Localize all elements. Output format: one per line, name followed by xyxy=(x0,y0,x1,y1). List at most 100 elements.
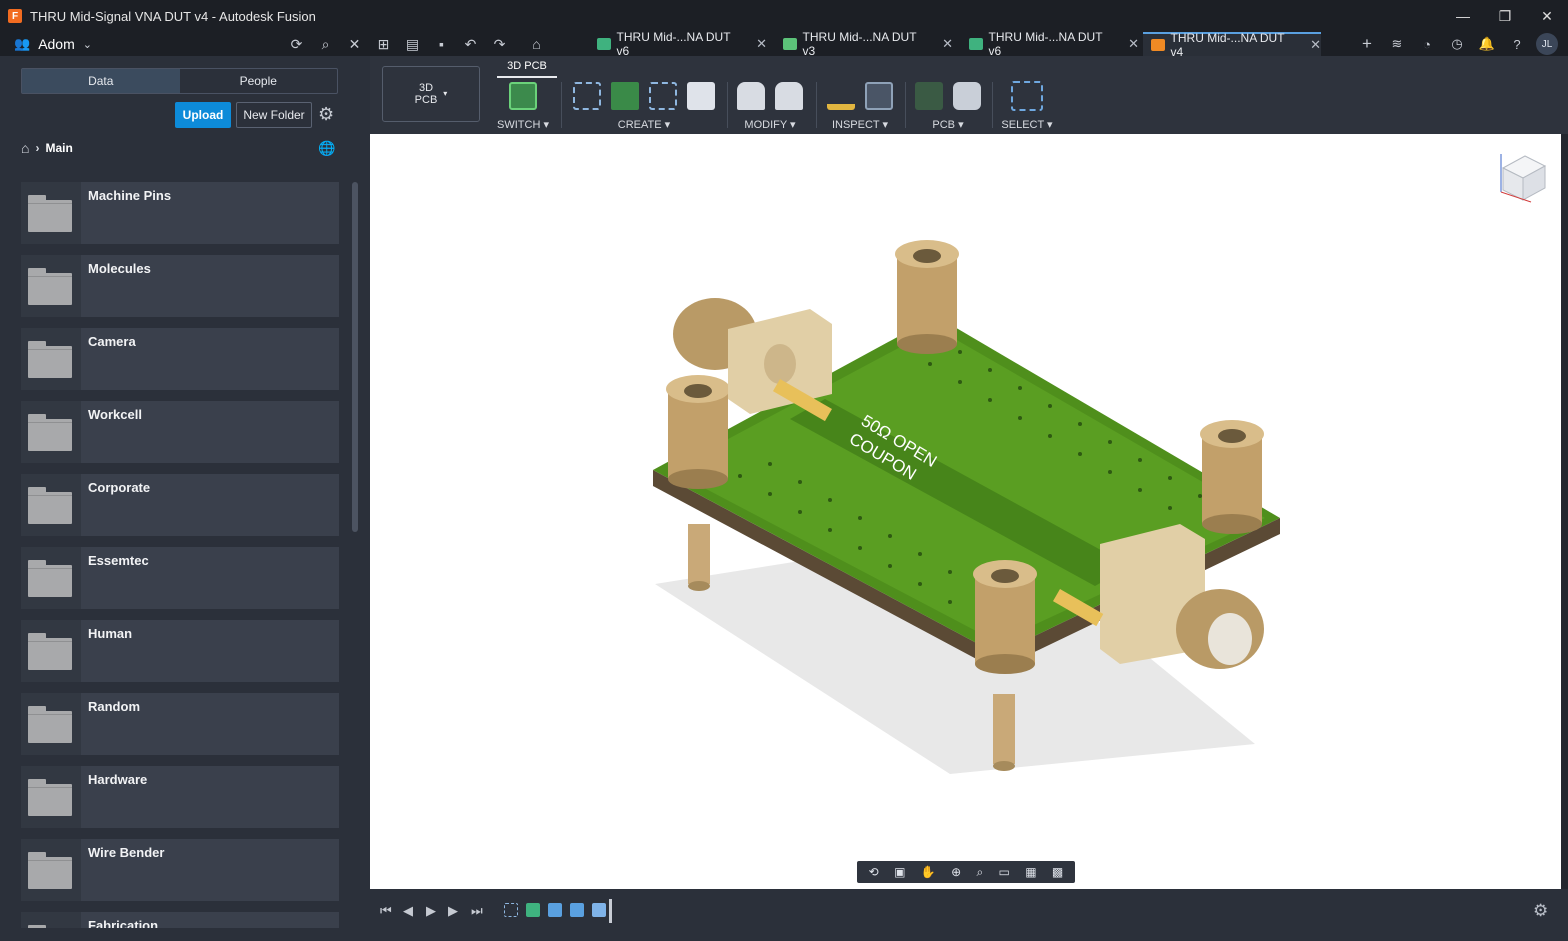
folder-item[interactable]: Random xyxy=(21,693,339,755)
undo-icon[interactable]: ↶ xyxy=(456,36,485,53)
step-forward-icon[interactable]: ▶ xyxy=(448,903,458,919)
timeline-marker[interactable] xyxy=(609,899,612,923)
globe-icon[interactable]: 🌐 xyxy=(318,140,335,157)
document-tab-3[interactable]: THRU Mid-...NA DUT v6 ✕ xyxy=(961,30,1139,58)
document-tab-4-active[interactable]: THRU Mid-...NA DUT v4 ✕ xyxy=(1143,31,1321,59)
schematic-doc-icon xyxy=(783,38,797,50)
redo-icon[interactable]: ↷ xyxy=(485,36,514,53)
close-window-button[interactable]: ✕ xyxy=(1526,0,1568,32)
view-cube[interactable] xyxy=(1495,148,1550,206)
breadcrumb-current[interactable]: Main xyxy=(45,141,72,155)
folder-item[interactable]: Human xyxy=(21,620,339,682)
window-select-icon[interactable] xyxy=(1011,81,1043,111)
section-analysis-icon[interactable] xyxy=(865,82,893,110)
folder-item[interactable]: Hardware xyxy=(21,766,339,828)
sketch-outline-icon[interactable] xyxy=(573,82,601,110)
folder-icon xyxy=(28,268,72,305)
gear-icon[interactable]: ⚙ xyxy=(318,104,334,125)
skip-to-start-icon[interactable]: ⏮ xyxy=(380,903,392,919)
modify-menu[interactable]: MODIFY ▾ xyxy=(735,118,805,131)
new-tab-icon[interactable]: + xyxy=(1352,34,1382,54)
create-component-icon[interactable] xyxy=(611,82,639,110)
minimize-button[interactable]: — xyxy=(1442,0,1484,32)
search-icon[interactable]: ⌕ xyxy=(311,36,340,53)
measure-icon[interactable] xyxy=(827,82,855,110)
display-settings-icon[interactable]: ▭ xyxy=(999,865,1010,879)
modify-package-icon[interactable] xyxy=(737,82,765,110)
app-grid-icon[interactable]: ⊞ xyxy=(369,36,398,53)
timeline-body-feature[interactable] xyxy=(548,903,562,917)
play-icon[interactable]: ▶ xyxy=(426,903,436,919)
orbit-icon[interactable]: ⟲ xyxy=(869,865,879,879)
timeline-body-feature[interactable] xyxy=(570,903,584,917)
team-switcher[interactable]: 👥 Adom ⌄ xyxy=(0,36,282,52)
extensions-icon[interactable]: ≋ xyxy=(1382,36,1412,52)
folder-item[interactable]: Fabrication xyxy=(21,912,339,928)
move-package-icon[interactable] xyxy=(775,82,803,110)
breadcrumb: ⌂ › Main xyxy=(21,140,73,156)
timeline-component-feature[interactable] xyxy=(592,903,606,917)
document-tab-2[interactable]: THRU Mid-...NA DUT v3 ✕ xyxy=(775,30,953,58)
home-icon[interactable]: ⌂ xyxy=(522,36,551,52)
inspect-menu[interactable]: INSPECT ▾ xyxy=(825,118,895,131)
tab-data[interactable]: Data xyxy=(22,69,180,93)
folder-item[interactable]: Essemtec xyxy=(21,547,339,609)
tab-close-icon[interactable]: ✕ xyxy=(756,36,767,52)
switch-menu[interactable]: SWITCH ▾ xyxy=(495,118,551,131)
window-title: THRU Mid-Signal VNA DUT v4 - Autodesk Fu… xyxy=(30,8,316,24)
step-back-icon[interactable]: ◀ xyxy=(403,903,413,919)
folder-item[interactable]: Machine Pins xyxy=(21,182,339,244)
file-menu-icon[interactable]: ▤ xyxy=(398,36,427,53)
tab-people[interactable]: People xyxy=(180,69,338,93)
save-icon[interactable]: ▪ xyxy=(427,36,456,52)
pcb-doc-icon xyxy=(597,38,611,50)
folder-icon xyxy=(28,706,72,743)
home-icon[interactable]: ⌂ xyxy=(21,140,29,156)
folder-item[interactable]: Workcell xyxy=(21,401,339,463)
timeline-sketch-feature[interactable] xyxy=(504,903,518,917)
pcb-settings-icon[interactable] xyxy=(953,82,981,110)
workspace-switcher[interactable]: 3D PCB ▾ xyxy=(382,66,480,122)
folder-item[interactable]: Wire Bender xyxy=(21,839,339,901)
close-panel-icon[interactable]: ✕ xyxy=(340,36,369,53)
upload-button[interactable]: Upload xyxy=(175,102,231,128)
pcb-3d-model: 50Ω OPEN COUPON xyxy=(653,240,1280,774)
chevron-down-icon: ⌄ xyxy=(82,38,92,51)
new-folder-button[interactable]: New Folder xyxy=(236,102,312,128)
gear-icon[interactable]: ⚙ xyxy=(1533,901,1548,921)
tab-close-icon[interactable]: ✕ xyxy=(942,36,953,52)
grid-settings-icon[interactable]: ▦ xyxy=(1025,865,1036,879)
switch-to-pcb-icon[interactable] xyxy=(509,82,537,110)
3d-viewport[interactable]: 50Ω OPEN COUPON ⟲ ▣ ✋ ⊕ ⌕ ▭ ▦ ▩ xyxy=(370,134,1561,889)
tab-close-icon[interactable]: ✕ xyxy=(1310,37,1321,53)
folder-item[interactable]: Corporate xyxy=(21,474,339,536)
tab-3d-pcb[interactable]: 3D PCB xyxy=(497,58,557,78)
fit-icon[interactable]: ⌕ xyxy=(976,865,983,880)
select-menu[interactable]: SELECT ▾ xyxy=(995,118,1059,131)
pcb-link-icon[interactable] xyxy=(915,82,943,110)
folder-list-scrollbar[interactable] xyxy=(352,182,358,532)
job-status-icon[interactable]: ◷ xyxy=(1442,36,1472,52)
help-icon[interactable]: ? xyxy=(1502,37,1532,52)
document-tab-1[interactable]: THRU Mid-...NA DUT v6 ✕ xyxy=(589,30,767,58)
skip-to-end-icon[interactable]: ⏭ xyxy=(471,903,483,919)
online-status-icon[interactable]: ◔ xyxy=(1412,37,1442,52)
zoom-icon[interactable]: ⊕ xyxy=(951,865,961,879)
viewports-icon[interactable]: ▩ xyxy=(1052,865,1063,879)
tab-close-icon[interactable]: ✕ xyxy=(1128,36,1139,52)
folder-item[interactable]: Molecules xyxy=(21,255,339,317)
navigation-bar: ⟲ ▣ ✋ ⊕ ⌕ ▭ ▦ ▩ xyxy=(857,861,1075,883)
restore-button[interactable]: ❐ xyxy=(1484,0,1526,32)
folder-item[interactable]: Camera xyxy=(21,328,339,390)
create-outline-icon[interactable] xyxy=(649,82,677,110)
user-avatar[interactable]: JL xyxy=(1536,33,1558,55)
look-at-icon[interactable]: ▣ xyxy=(894,865,905,879)
create-menu[interactable]: CREATE ▾ xyxy=(570,118,718,131)
timeline-pcb-feature[interactable] xyxy=(526,903,540,917)
pcb-menu[interactable]: PCB ▾ xyxy=(913,118,983,131)
notifications-bell-icon[interactable]: 🔔 xyxy=(1472,36,1502,52)
refresh-icon[interactable]: ⟳ xyxy=(282,36,311,53)
folder-label: Corporate xyxy=(88,480,151,495)
pan-hand-icon[interactable]: ✋ xyxy=(921,865,936,879)
create-body-icon[interactable] xyxy=(687,82,715,110)
